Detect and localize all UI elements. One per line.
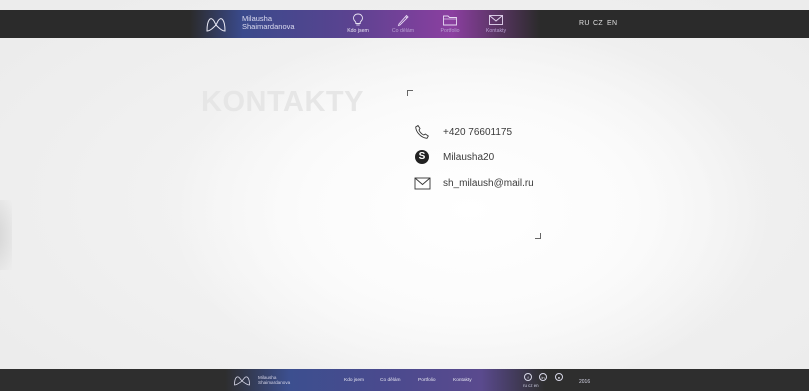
lang-en[interactable]: EN — [607, 20, 617, 27]
frame-corner-bottom-right — [535, 233, 541, 239]
footer-logo-icon[interactable] — [233, 373, 251, 387]
envelope-icon — [489, 15, 503, 25]
page-title: KONTAKTY — [201, 86, 364, 118]
instagram-icon[interactable]: ● — [555, 373, 563, 381]
facebook-icon[interactable]: f — [524, 373, 532, 381]
brand-line-2: Shaimardanova — [242, 22, 295, 31]
footer-link-portfolio[interactable]: Portfolio — [418, 378, 436, 383]
linkedin-icon[interactable]: in — [539, 373, 547, 381]
nav-label: Portfolio — [440, 28, 460, 34]
email-address: sh_milaush@mail.ru — [443, 177, 534, 189]
logo-icon[interactable] — [205, 13, 227, 35]
folder-icon — [443, 15, 457, 26]
contact-skype[interactable]: S Milausha20 — [413, 148, 494, 166]
footer-link-kdo-jsem[interactable]: Kdo jsem — [344, 378, 364, 383]
nav-label: Co dělám — [391, 28, 415, 34]
footer-year: 2016 — [579, 379, 591, 385]
pencil-icon — [397, 14, 409, 27]
side-shadow — [0, 200, 12, 270]
nav-kontakty[interactable]: Kontakty — [476, 13, 516, 34]
lang-cz[interactable]: CZ — [593, 20, 603, 27]
footer-brand-line-2: Shaimardanova — [258, 380, 291, 385]
nav-kdo-jsem[interactable]: Kdo jsem — [338, 13, 378, 34]
nav-label: Kdo jsem — [347, 28, 369, 34]
envelope-icon — [413, 174, 431, 192]
contact-email[interactable]: sh_milaush@mail.ru — [413, 174, 534, 192]
footer-brand: Milausha Shaimardanova — [258, 375, 290, 385]
footer-languages[interactable]: ru cz en — [523, 383, 539, 388]
contact-phone[interactable]: +420 76601175 — [413, 123, 512, 141]
nav-co-delam[interactable]: Co dělám — [383, 13, 423, 34]
lightbulb-icon — [353, 13, 363, 26]
phone-icon — [413, 123, 431, 141]
nav-portfolio[interactable]: Portfolio — [430, 13, 470, 34]
footer: Milausha Shaimardanova Kdo jsem Co dělám… — [0, 369, 809, 391]
frame-corner-top-left — [407, 90, 413, 96]
skype-name: Milausha20 — [443, 151, 495, 163]
top-navbar: Milausha Shaimardanova Kdo jsem Co dělám… — [0, 10, 809, 38]
background — [0, 0, 809, 391]
skype-icon: S — [413, 148, 431, 166]
lang-ru[interactable]: RU — [579, 20, 590, 27]
footer-link-kontakty[interactable]: Kontakty — [453, 378, 472, 383]
nav-label: Kontakty — [485, 28, 507, 34]
brand-name[interactable]: Milausha Shaimardanova — [242, 15, 295, 31]
phone-number: +420 76601175 — [443, 126, 513, 138]
footer-link-co-delam[interactable]: Co dělám — [380, 378, 401, 383]
